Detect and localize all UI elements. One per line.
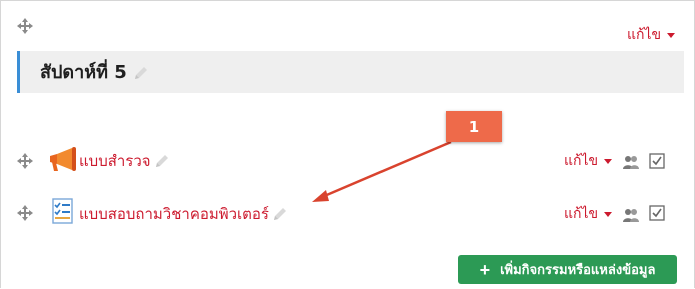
plus-icon: + (479, 259, 491, 280)
move-icon[interactable] (17, 205, 33, 221)
section-header: สัปดาห์ที่ 5 (17, 51, 684, 93)
completion-checkbox-icon[interactable] (649, 205, 665, 221)
callout-number: 1 (468, 117, 480, 136)
move-icon[interactable] (17, 153, 33, 169)
edit-label: แก้ไข (627, 27, 662, 43)
activity-edit-menu[interactable]: แก้ไข (564, 206, 613, 222)
pencil-icon[interactable] (133, 65, 149, 81)
group-mode-icon[interactable] (622, 207, 640, 223)
completion-checkbox-icon[interactable] (649, 153, 665, 169)
section-title: สัปดาห์ที่ 5 (40, 62, 127, 83)
pencil-icon[interactable] (154, 153, 170, 169)
caret-down-icon (667, 32, 676, 38)
activity-link[interactable]: แบบสอบถามวิชาคอมพิวเตอร์ (79, 205, 288, 223)
edit-label: แก้ไข (564, 153, 599, 169)
activity-name: แบบสอบถามวิชาคอมพิวเตอร์ (79, 205, 269, 223)
group-mode-icon[interactable] (622, 154, 640, 170)
section-edit-menu[interactable]: แก้ไข (627, 27, 676, 43)
add-activity-button[interactable]: + เพิ่มกิจกรรมหรือแหล่งข้อมูล (458, 255, 677, 284)
caret-down-icon (604, 211, 613, 217)
add-activity-label: เพิ่มกิจกรรมหรือแหล่งข้อมูล (500, 262, 656, 277)
section-title-row: สัปดาห์ที่ 5 (40, 62, 149, 84)
pencil-icon[interactable] (272, 206, 288, 222)
activity-link[interactable]: แบบสำรวจ (79, 152, 170, 170)
megaphone-icon (50, 147, 76, 171)
callout-badge: 1 (446, 111, 502, 142)
activity-edit-menu[interactable]: แก้ไข (564, 153, 613, 169)
move-icon[interactable] (17, 18, 33, 34)
edit-label: แก้ไข (564, 206, 599, 222)
questionnaire-icon (52, 198, 73, 224)
caret-down-icon (604, 158, 613, 164)
activity-name: แบบสำรวจ (79, 152, 151, 170)
course-section: แก้ไข สัปดาห์ที่ 5 แบบสำรวจ แก้ไข แบบสอบ… (0, 0, 695, 288)
